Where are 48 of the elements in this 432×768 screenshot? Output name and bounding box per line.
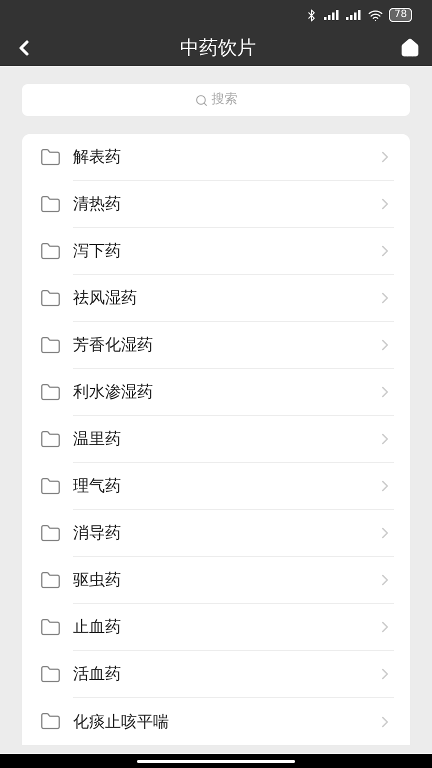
category-label: 消导药 — [73, 522, 121, 544]
home-icon — [400, 38, 420, 58]
battery-indicator: 78 — [389, 8, 412, 22]
signal-icon — [324, 10, 340, 20]
category-label: 利水渗湿药 — [73, 381, 153, 403]
category-item[interactable]: 温里药 — [22, 416, 410, 463]
folder-icon — [40, 288, 61, 309]
category-label: 祛风湿药 — [73, 287, 137, 309]
folder-icon — [40, 241, 61, 262]
folder-icon — [40, 711, 61, 732]
folder-icon — [40, 476, 61, 497]
page-title: 中药饮片 — [180, 36, 256, 61]
signal-icon — [346, 10, 362, 20]
category-item[interactable]: 消导药 — [22, 510, 410, 557]
category-label: 驱虫药 — [73, 569, 121, 591]
category-item[interactable]: 解表药 — [22, 134, 410, 181]
folder-icon — [40, 570, 61, 591]
search-icon — [194, 94, 208, 106]
category-item[interactable]: 泻下药 — [22, 228, 410, 275]
folder-icon — [40, 664, 61, 685]
category-item[interactable]: 驱虫药 — [22, 557, 410, 604]
folder-icon — [40, 147, 61, 168]
category-item[interactable]: 芳香化湿药 — [22, 322, 410, 369]
category-item[interactable]: 止血药 — [22, 604, 410, 651]
category-item[interactable]: 利水渗湿药 — [22, 369, 410, 416]
category-item[interactable]: 理气药 — [22, 463, 410, 510]
category-label: 解表药 — [73, 146, 121, 168]
folder-icon — [40, 429, 61, 450]
category-label: 化痰止咳平喘 — [73, 710, 169, 732]
category-item[interactable]: 活血药 — [22, 651, 410, 698]
wifi-icon — [368, 8, 384, 22]
category-item[interactable]: 祛风湿药 — [22, 275, 410, 322]
category-label: 活血药 — [73, 663, 121, 685]
category-item[interactable]: 清热药 — [22, 181, 410, 228]
category-label: 清热药 — [73, 193, 121, 215]
folder-icon — [40, 617, 61, 638]
category-label: 温里药 — [73, 428, 121, 450]
search-placeholder: 搜索 — [212, 91, 238, 110]
category-label: 泻下药 — [73, 240, 121, 262]
home-button[interactable] — [400, 38, 420, 58]
category-item[interactable]: 化痰止咳平喘 — [22, 698, 410, 745]
category-label: 理气药 — [73, 475, 121, 497]
folder-icon — [40, 194, 61, 215]
folder-icon — [40, 523, 61, 544]
category-label: 芳香化湿药 — [73, 334, 153, 356]
category-label: 止血药 — [73, 616, 121, 638]
folder-icon — [40, 382, 61, 403]
folder-icon — [40, 335, 61, 356]
